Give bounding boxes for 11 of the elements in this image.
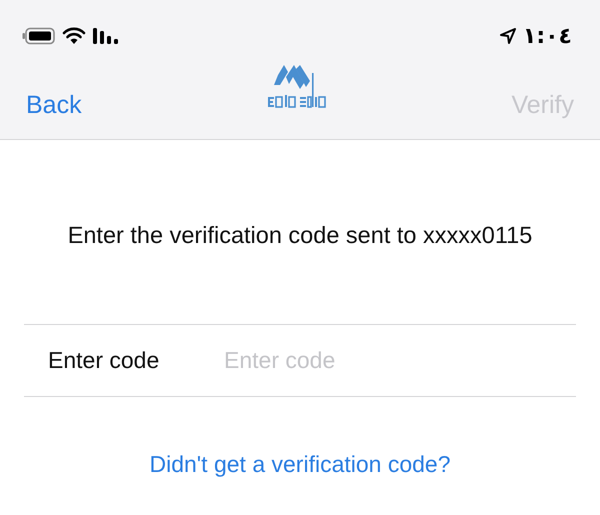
- status-time: ١:٠٤: [522, 24, 572, 48]
- battery-icon: [22, 27, 56, 45]
- instruction-text: Enter the verification code sent to xxxxx0115: [66, 221, 534, 250]
- wifi-icon: [62, 27, 86, 45]
- back-button[interactable]: Back: [26, 90, 82, 120]
- resend-code-link[interactable]: Didn't get a verification code?: [149, 451, 450, 477]
- location-arrow-icon: [498, 27, 517, 45]
- signal-icon: [92, 27, 120, 45]
- code-label: Enter code: [47, 347, 160, 374]
- code-input-field[interactable]: Enter code: [224, 347, 524, 374]
- logo-drawing: [266, 65, 328, 111]
